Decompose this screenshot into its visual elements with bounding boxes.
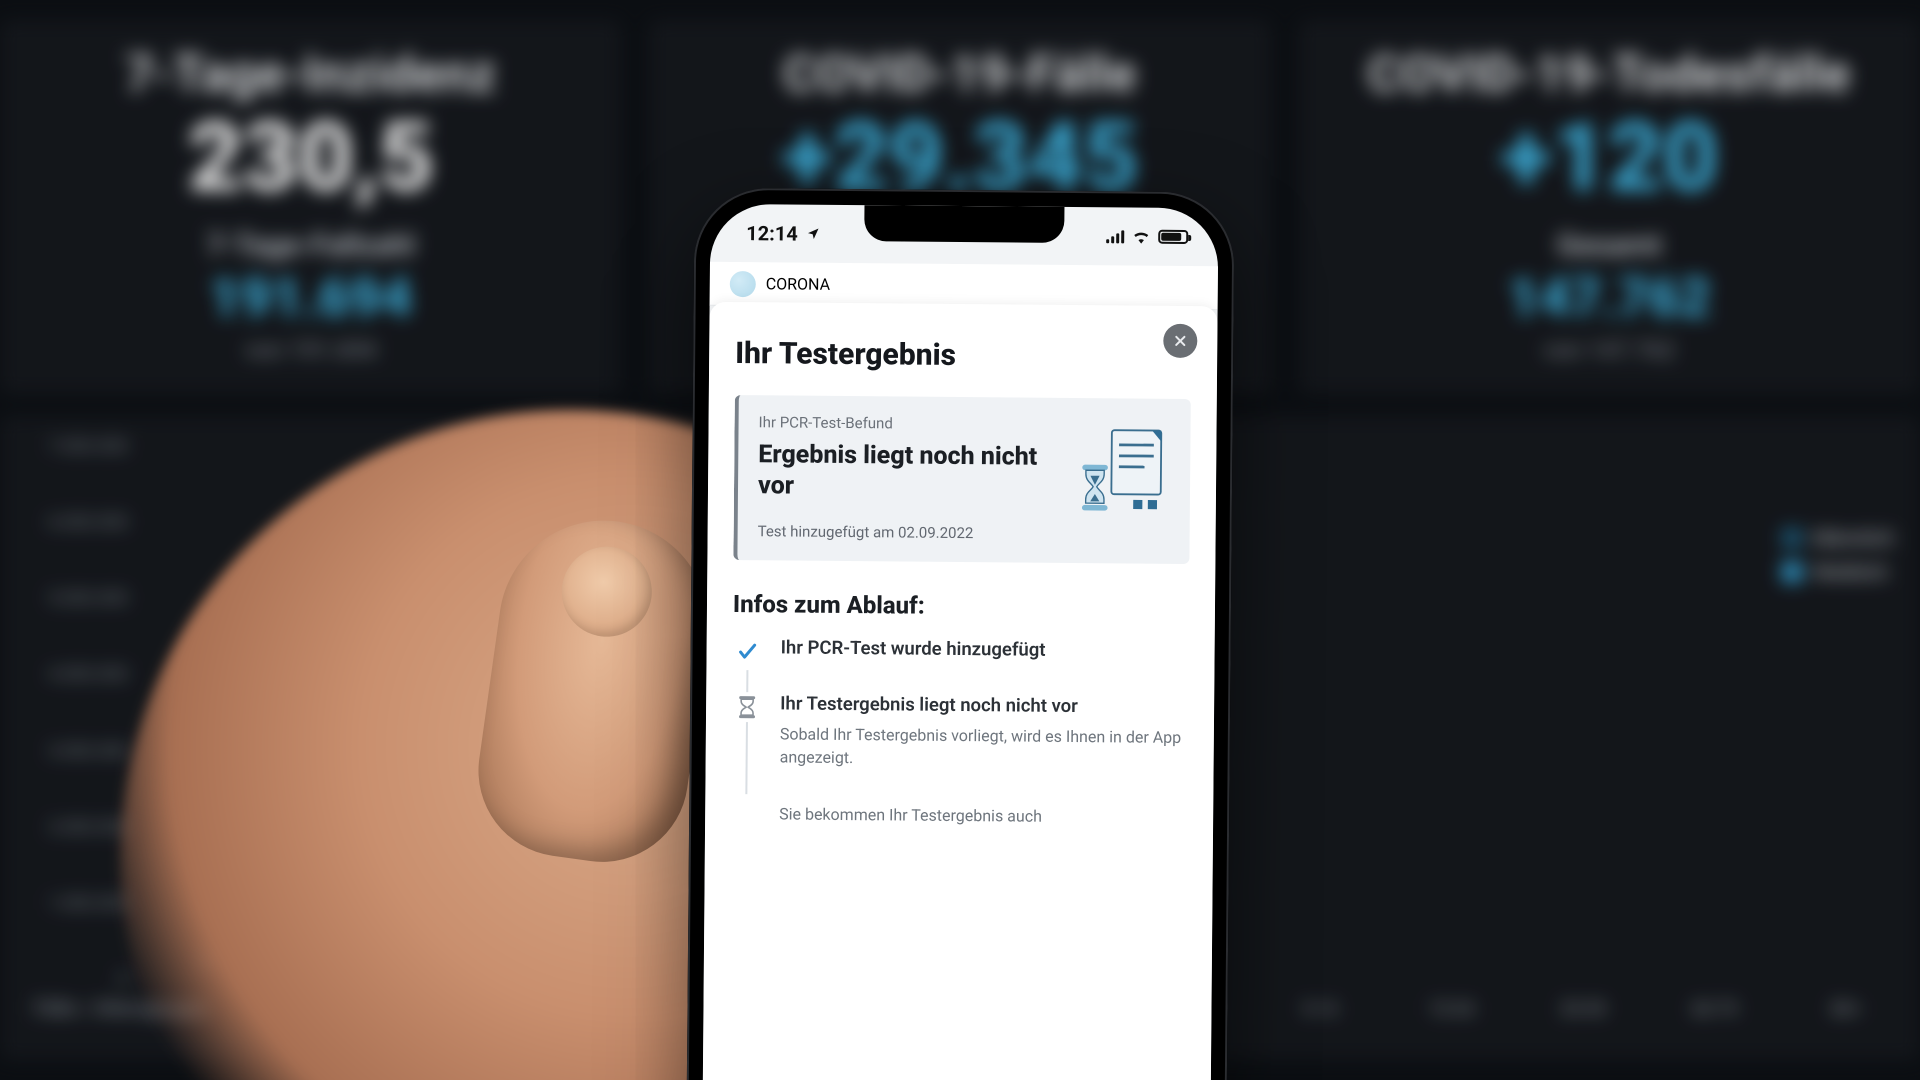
stat-footnote: von 191.694 [20,336,601,364]
stat-sub-value: 191.694 [20,267,601,330]
stat-title: COVID-19-Todesfälle [1319,46,1900,104]
battery-icon [1158,230,1188,244]
y-tick-label: 3.000.000 [18,741,128,762]
section-title: Infos zum Ablauf: [733,590,1189,622]
bar-category-label: 60-79 [1692,999,1737,1020]
legend-label: Männlich [1812,526,1894,550]
bar-group: 80+ [1794,991,1898,1020]
phone-frame: 12:14 CORONA Ihr Testergebnis Ihr PCR-Te… [685,188,1234,1080]
result-headline: Ergebnis liegt noch nicht vor [758,439,1049,504]
stat-title: 7-Tage-Inzidenz [20,46,601,104]
legend-label: Weiblich [1812,560,1887,584]
app-logo-icon [730,270,756,296]
legend-swatch-icon [1782,562,1802,582]
step-item: Ihr Testergebnis liegt noch nicht vor So… [732,692,1189,772]
stat-sub-label: 7-Tage-Fallzahl [20,228,601,263]
step-title: Ihr Testergebnis liegt noch nicht vor [780,692,1188,718]
app-name: CORONA [766,274,830,294]
close-icon [1173,334,1187,348]
stat-title: COVID-19-Fälle [669,46,1250,104]
step-title: Ihr PCR-Test wurde hinzugefügt [781,636,1189,662]
legend-swatch-icon [1782,528,1802,548]
bar-group: 60-79 [1663,991,1767,1020]
check-icon [732,636,762,666]
pending-step-icon [731,794,761,824]
bar-category-label: 5-14 [1302,999,1337,1020]
stat-card-incidence: 7-Tage-Inzidenz 230,5 7-Tage-Fallzahl 19… [0,20,621,394]
legend-item: Weiblich [1782,560,1894,584]
document-hourglass-icon [1080,428,1173,515]
y-tick-label: 0 [18,969,128,990]
stat-footnote: von 147.762 [1319,336,1900,364]
stat-sub-label: Gesamt [1319,228,1900,263]
stat-sub-value: 147.762 [1319,267,1900,330]
process-steps: Ihr PCR-Test wurde hinzugefügt Ihr Teste… [731,636,1189,830]
result-card[interactable]: Ihr PCR-Test-Befund Ergebnis liegt noch … [733,395,1190,563]
step-description: Sie bekommen Ihr Testergebnis auch [779,802,1187,829]
hourglass-icon [732,692,762,722]
phone-notch [864,205,1064,243]
sheet-title: Ihr Testergebnis [735,336,1191,375]
stat-value: +120 [1319,110,1900,206]
legend-item: Männlich [1782,526,1894,550]
stat-card-deaths: COVID-19-Todesfälle +120 Gesamt 147.762 … [1299,20,1920,394]
bar-group: 15-34 [1399,991,1503,1020]
close-button[interactable] [1163,324,1197,358]
cellular-signal-icon [1106,229,1124,243]
result-meta: Test hinzugefügt am 02.09.2022 [758,522,1170,544]
wifi-icon [1131,229,1151,243]
y-tick-label: 6.000.000 [18,512,128,533]
location-arrow-icon [806,227,820,241]
y-tick-label: 4.000.000 [18,664,128,685]
y-tick-label: 5.000.000 [18,588,128,609]
y-tick-label: 1.000.000 [18,893,128,914]
bar-category-label: 15-34 [1428,999,1473,1020]
phone-screen: 12:14 CORONA Ihr Testergebnis Ihr PCR-Te… [702,204,1219,1080]
bar-category-label: 80+ [1831,999,1861,1020]
bar-group: 35-59 [1531,991,1635,1020]
step-item: Ihr PCR-Test wurde hinzugefügt [732,636,1188,670]
step-description: Sobald Ihr Testergebnis vorliegt, wird e… [780,722,1188,772]
stat-value: 230,5 [20,110,601,206]
bar-category-label: 35-59 [1560,999,1605,1020]
test-result-sheet: Ihr Testergebnis Ihr PCR-Test-Befund Erg… [702,302,1218,1080]
y-tick-label: 7.000.000 [18,436,128,457]
step-item: Sie bekommen Ihr Testergebnis auch [731,794,1187,829]
chart-y-axis: 7.000.000 6.000.000 5.000.000 4.000.000 3.00… [18,436,128,990]
bar-group: 5-14 [1268,991,1372,1020]
chart-legend: Männlich Weiblich [1782,526,1894,584]
y-tick-label: 2.000.000 [18,817,128,838]
status-time: 12:14 [746,221,798,245]
